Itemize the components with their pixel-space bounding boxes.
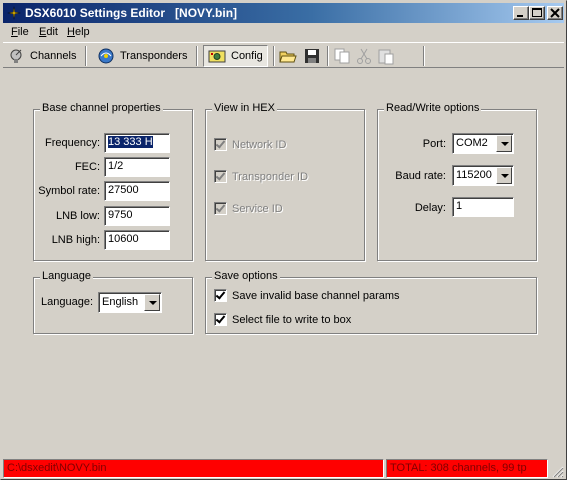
menu-help-accel: H (67, 26, 75, 38)
frequency-label: Frequency: (44, 137, 100, 149)
port-value: COM2 (456, 137, 488, 149)
view-hex-group: View in HEX Network ID Transponder ID Se… (205, 102, 365, 261)
frequency-field[interactable]: 13 333 H (104, 133, 170, 153)
select-file-label: Select file to write to box (232, 313, 352, 326)
service-id-label: Service ID (232, 202, 283, 215)
resize-grip-icon[interactable] (550, 464, 564, 478)
delay-label: Delay: (414, 202, 446, 214)
menu-file-label: ile (17, 26, 29, 38)
cut-icon[interactable] (355, 47, 373, 65)
satellite-icon (98, 48, 114, 64)
menu-file[interactable]: File (11, 26, 29, 38)
read-write-group: Read/Write options Port: COM2 Baud rate:… (377, 102, 537, 261)
chevron-down-icon[interactable] (144, 294, 160, 311)
language-value: English (102, 296, 139, 308)
frequency-value: 13 333 H (108, 136, 153, 148)
port-label: Port: (422, 138, 446, 150)
chevron-down-icon[interactable] (496, 135, 512, 152)
channels-label: Channels (30, 50, 77, 62)
base-channel-title: Base channel properties (40, 102, 163, 114)
menu-bar: File Edit Help (3, 24, 564, 42)
close-icon (550, 8, 560, 18)
language-label: Language: (41, 296, 93, 308)
menu-edit-label: dit (46, 26, 58, 38)
minimize-icon (517, 15, 523, 17)
language-group: Language Language: English (33, 270, 193, 334)
symbol-rate-label: Symbol rate: (38, 185, 100, 197)
minimize-button[interactable] (513, 6, 529, 20)
status-total: TOTAL: 308 channels, 99 tp (386, 459, 548, 478)
toolbar-separator (273, 46, 275, 66)
config-icon (208, 50, 226, 63)
transponder-id-label: Transponder ID (232, 170, 309, 183)
delay-field[interactable]: 1 (452, 197, 514, 217)
baud-rate-value: 115200 (456, 169, 492, 181)
save-icon[interactable] (303, 47, 321, 65)
status-bar: C:\dsxedit\NOVY.bin TOTAL: 308 channels,… (3, 459, 564, 478)
network-id-check[interactable] (214, 138, 227, 151)
menu-help-label: elp (74, 26, 90, 38)
save-invalid-check[interactable] (214, 289, 227, 302)
service-id-check[interactable] (214, 202, 227, 215)
toolbar: Channels Transponders Config (3, 42, 564, 68)
status-path: C:\dsxedit\NOVY.bin (3, 459, 384, 478)
copy-icon[interactable] (333, 47, 351, 65)
transponder-id-checkbox[interactable]: Transponder ID (214, 170, 308, 183)
config-panel: Base channel properties Frequency: 13 33… (3, 69, 564, 458)
save-options-group: Save options Save invalid base channel p… (205, 270, 537, 334)
toolbar-separator (423, 46, 425, 66)
window-title: DSX6010 Settings Editor [NOVY.bin] (25, 6, 238, 20)
transponders-button[interactable]: Transponders (93, 45, 191, 67)
lnb-low-label: LNB low: (55, 210, 100, 222)
network-id-label: Network ID (232, 138, 287, 151)
network-id-checkbox[interactable]: Network ID (214, 138, 286, 151)
config-button[interactable]: Config (203, 45, 268, 67)
baud-rate-select[interactable]: 115200 (452, 165, 514, 186)
save-options-title: Save options (212, 270, 280, 282)
menu-help[interactable]: Help (67, 26, 90, 38)
paste-icon[interactable] (377, 47, 395, 65)
toolbar-separator (196, 46, 198, 66)
fec-label: FEC: (74, 161, 100, 173)
maximize-button[interactable] (529, 6, 545, 20)
lnb-high-field[interactable]: 10600 (104, 230, 170, 250)
channels-button[interactable]: Channels (5, 45, 80, 67)
language-title: Language (40, 270, 93, 282)
symbol-rate-field[interactable]: 27500 (104, 181, 170, 201)
app-window: DSX6010 Settings Editor [NOVY.bin] File … (0, 0, 567, 480)
service-id-checkbox[interactable]: Service ID (214, 202, 283, 215)
open-folder-icon[interactable] (279, 47, 297, 65)
save-invalid-checkbox[interactable]: Save invalid base channel params (214, 289, 400, 302)
satellite-dish-icon (10, 49, 22, 63)
fec-field[interactable]: 1/2 (104, 157, 170, 177)
read-write-title: Read/Write options (384, 102, 482, 114)
base-channel-group: Base channel properties Frequency: 13 33… (33, 102, 193, 261)
select-file-check[interactable] (214, 313, 227, 326)
close-button[interactable] (547, 6, 563, 20)
port-select[interactable]: COM2 (452, 133, 514, 154)
menu-file-accel: F (11, 26, 18, 38)
lnb-low-field[interactable]: 9750 (104, 206, 170, 226)
menu-edit[interactable]: Edit (39, 26, 58, 38)
chevron-down-icon[interactable] (496, 167, 512, 184)
baud-rate-label: Baud rate: (395, 170, 446, 182)
toolbar-separator (85, 46, 87, 66)
config-label: Config (231, 50, 263, 62)
transponder-id-check[interactable] (214, 170, 227, 183)
maximize-icon (532, 8, 542, 17)
language-select[interactable]: English (98, 292, 162, 313)
lnb-high-label: LNB high: (51, 234, 100, 246)
toolbar-separator (327, 46, 329, 66)
save-invalid-label: Save invalid base channel params (232, 289, 400, 302)
select-file-checkbox[interactable]: Select file to write to box (214, 313, 351, 326)
view-hex-title: View in HEX (212, 102, 277, 114)
app-icon (7, 6, 21, 20)
title-bar[interactable]: DSX6010 Settings Editor [NOVY.bin] (3, 3, 564, 23)
transponders-label: Transponders (120, 50, 188, 62)
